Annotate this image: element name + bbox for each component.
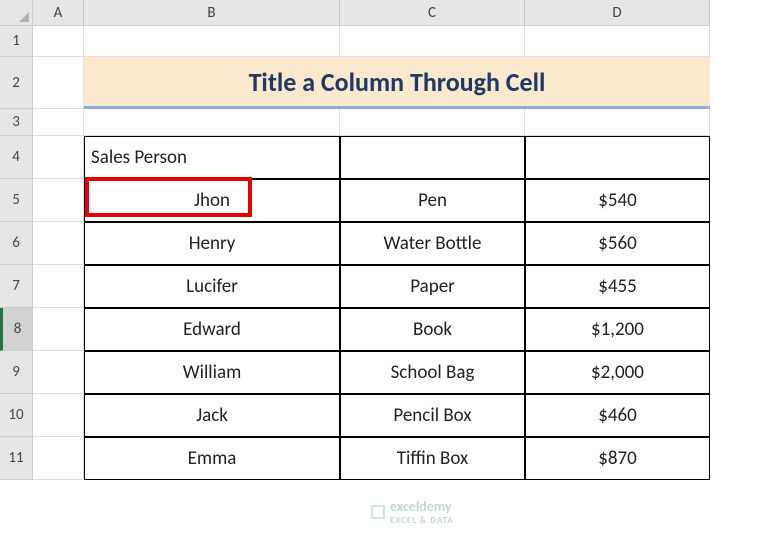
cell-A9[interactable] <box>33 351 84 394</box>
table-row[interactable]: Jack <box>84 394 340 437</box>
table-row[interactable]: $540 <box>525 179 710 222</box>
table-row[interactable]: $2,000 <box>525 351 710 394</box>
cell-A2[interactable] <box>33 57 84 109</box>
table-row[interactable]: $460 <box>525 394 710 437</box>
table-row[interactable]: Emma <box>84 437 340 480</box>
table-row[interactable]: Pencil Box <box>340 394 525 437</box>
table-row[interactable]: $870 <box>525 437 710 480</box>
row-header-10[interactable]: 10 <box>0 394 33 437</box>
row-header-6[interactable]: 6 <box>0 222 33 265</box>
row-header-8[interactable]: 8 <box>0 308 33 351</box>
col-header-D[interactable]: D <box>525 0 710 26</box>
table-row[interactable]: $560 <box>525 222 710 265</box>
table-row[interactable]: $455 <box>525 265 710 308</box>
watermark: exceldemy EXCEL & DATA <box>370 498 454 526</box>
cell-A11[interactable] <box>33 437 84 480</box>
watermark-icon <box>370 504 386 520</box>
row-header-9[interactable]: 9 <box>0 351 33 394</box>
select-all-corner[interactable] <box>0 0 33 26</box>
watermark-sub: EXCEL & DATA <box>390 515 454 526</box>
cell-A4[interactable] <box>33 136 84 179</box>
cell-A5[interactable] <box>33 179 84 222</box>
table-row[interactable]: $1,200 <box>525 308 710 351</box>
table-row[interactable]: Paper <box>340 265 525 308</box>
cell-C3[interactable] <box>340 109 525 136</box>
page-title[interactable]: Title a Column Through Cell <box>84 57 710 109</box>
cell-D3[interactable] <box>525 109 710 136</box>
cell-D1[interactable] <box>525 26 710 57</box>
cell-B3[interactable] <box>84 109 340 136</box>
table-row[interactable]: Tiffin Box <box>340 437 525 480</box>
header-cell-sales-person[interactable]: Sales Person <box>84 136 340 179</box>
col-header-A[interactable]: A <box>33 0 84 26</box>
table-row[interactable]: Henry <box>84 222 340 265</box>
row-header-4[interactable]: 4 <box>0 136 33 179</box>
col-header-B[interactable]: B <box>84 0 340 26</box>
cell-A7[interactable] <box>33 265 84 308</box>
row-header-11[interactable]: 11 <box>0 437 33 480</box>
cell-A3[interactable] <box>33 109 84 136</box>
table-row[interactable]: Pen <box>340 179 525 222</box>
table-row[interactable]: Lucifer <box>84 265 340 308</box>
table-row[interactable]: Water Bottle <box>340 222 525 265</box>
table-row[interactable]: School Bag <box>340 351 525 394</box>
cell-B1[interactable] <box>84 26 340 57</box>
table-row[interactable]: Jhon <box>84 179 340 222</box>
row-header-5[interactable]: 5 <box>0 179 33 222</box>
header-cell-amount[interactable] <box>525 136 710 179</box>
row-header-2[interactable]: 2 <box>0 57 33 109</box>
row-header-1[interactable]: 1 <box>0 26 33 57</box>
table-row[interactable]: William <box>84 351 340 394</box>
spreadsheet-grid: A B C D 1 2 Title a Column Through Cell … <box>0 0 768 550</box>
cell-A6[interactable] <box>33 222 84 265</box>
table-row[interactable]: Book <box>340 308 525 351</box>
col-header-C[interactable]: C <box>340 0 525 26</box>
cell-A1[interactable] <box>33 26 84 57</box>
row-header-7[interactable]: 7 <box>0 265 33 308</box>
header-cell-item[interactable] <box>340 136 525 179</box>
watermark-brand: exceldemy <box>390 498 452 515</box>
table-row[interactable]: Edward <box>84 308 340 351</box>
cell-C1[interactable] <box>340 26 525 57</box>
row-header-3[interactable]: 3 <box>0 109 33 136</box>
cell-A10[interactable] <box>33 394 84 437</box>
cell-A8[interactable] <box>33 308 84 351</box>
